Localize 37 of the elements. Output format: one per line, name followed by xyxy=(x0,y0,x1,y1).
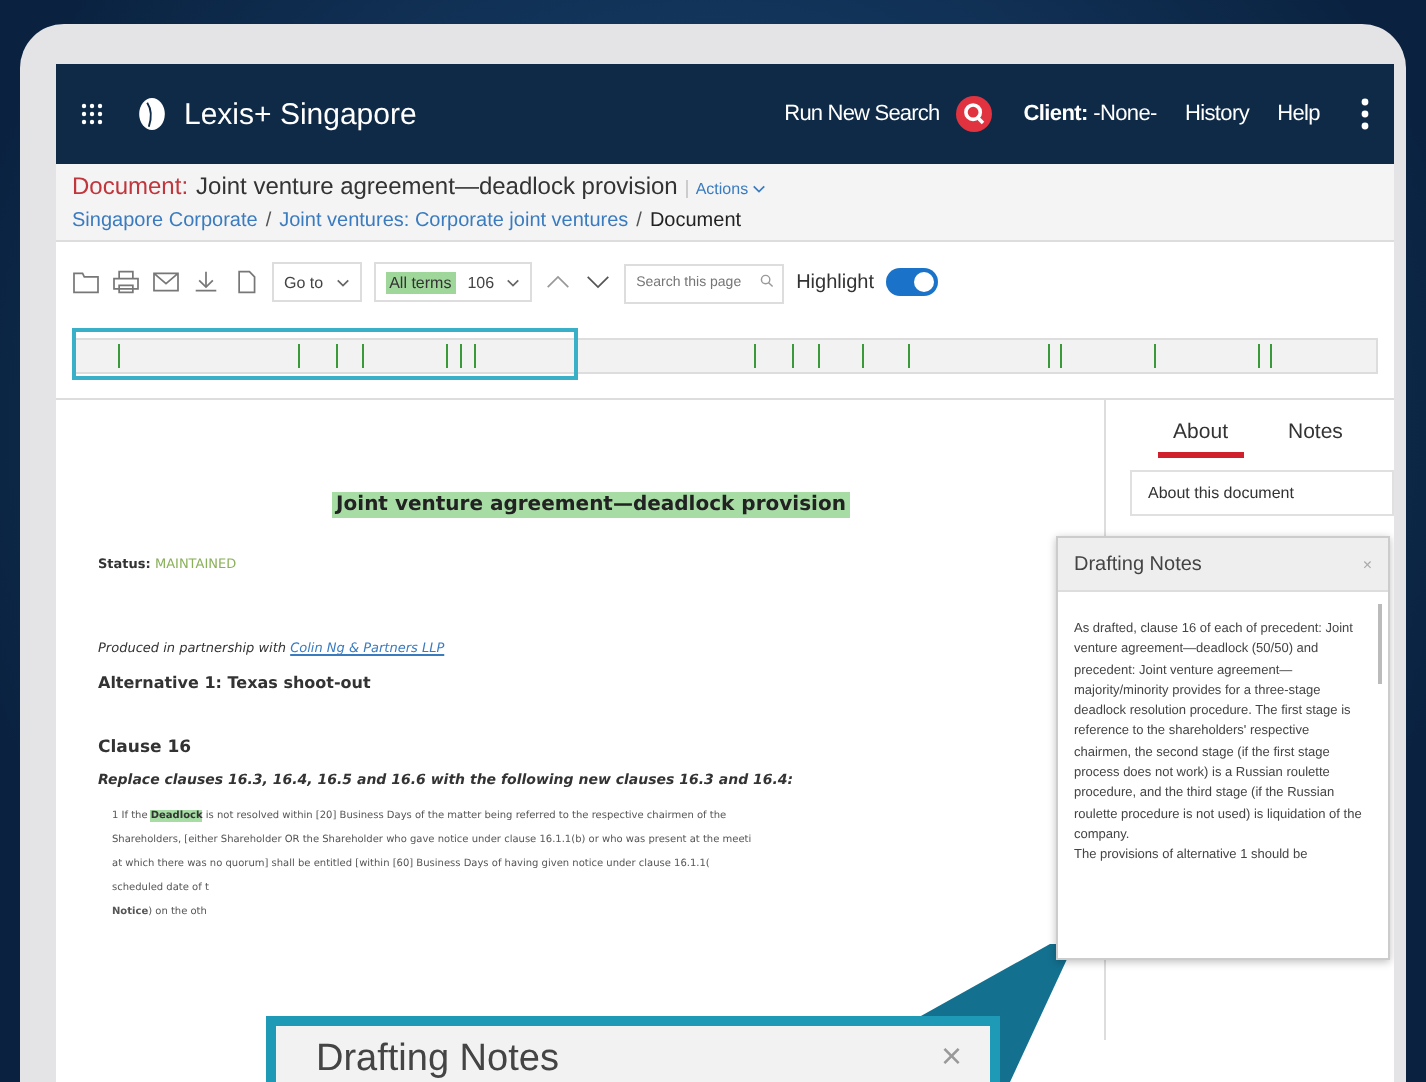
caret-icon xyxy=(506,277,521,287)
go-to-dropdown[interactable]: Go to xyxy=(272,262,362,302)
actions-menu[interactable]: Actions xyxy=(685,180,767,198)
brand-name: Lexis+ Singapore xyxy=(184,97,417,131)
popup-title: Drafting Notes xyxy=(1074,553,1202,575)
nav-link[interactable]: History xyxy=(1184,102,1250,126)
callout-title: Drafting Notes xyxy=(316,1036,559,1082)
document-heading: Joint venture agreement—deadlock provision xyxy=(332,492,850,518)
apps-grid-icon[interactable] xyxy=(80,102,104,126)
breadcrumb-separator: / xyxy=(636,210,642,232)
scrollbar-thumb[interactable] xyxy=(1378,604,1382,684)
download-icon[interactable] xyxy=(192,270,220,294)
client-label: Client: -None- xyxy=(1023,102,1157,126)
document-label: Document: xyxy=(72,172,189,200)
highlight-toggle[interactable] xyxy=(885,268,938,296)
nav-link[interactable]: Help xyxy=(1277,102,1320,126)
document-icon[interactable] xyxy=(232,270,260,294)
terms-dropdown[interactable]: All terms 106 xyxy=(373,262,533,302)
hit-map-viewport[interactable] xyxy=(72,328,578,380)
logo-icon xyxy=(136,94,168,134)
print-icon[interactable] xyxy=(112,270,140,294)
highlight-label: Highlight xyxy=(796,271,874,293)
document-title: Joint venture agreement—deadlock provision xyxy=(196,172,678,200)
breadcrumb-link[interactable]: Singapore Corporate xyxy=(72,210,258,232)
panel-tab[interactable]: Notes xyxy=(1288,420,1343,458)
about-document-item[interactable]: About this document xyxy=(1130,470,1394,516)
search-icon[interactable] xyxy=(955,96,992,132)
breadcrumb-current-page: Document xyxy=(649,210,742,232)
run-new-search-button[interactable]: Run New Search xyxy=(784,102,940,126)
breadcrumb-link[interactable]: Joint ventures: Corporate joint ventures xyxy=(279,210,629,232)
panel-tab[interactable]: About xyxy=(1157,420,1244,458)
breadcrumb-separator: / xyxy=(265,210,272,232)
caret-icon xyxy=(335,277,350,287)
email-icon[interactable] xyxy=(152,270,180,294)
more-menu-icon[interactable] xyxy=(1360,98,1370,130)
folder-icon[interactable] xyxy=(72,270,100,294)
caret-icon xyxy=(752,184,767,194)
